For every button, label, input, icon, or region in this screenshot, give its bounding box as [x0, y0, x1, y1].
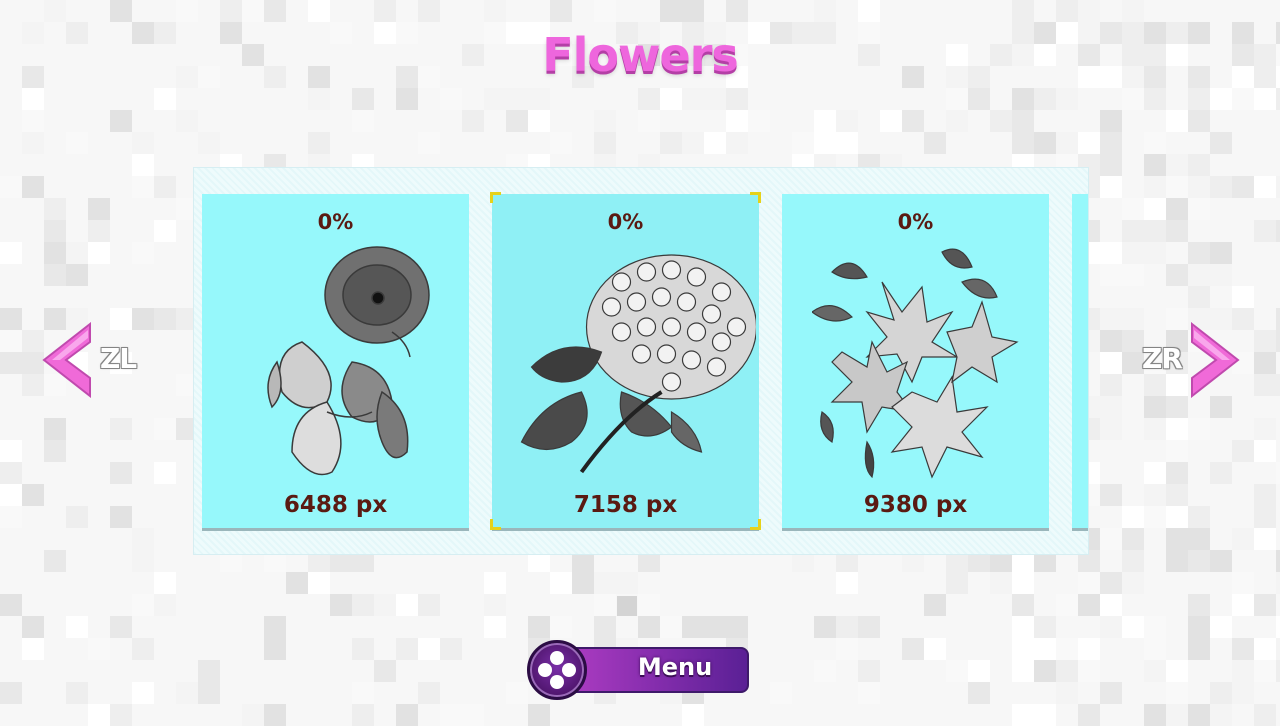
selection-corner [750, 192, 761, 203]
puzzle-card-azalea[interactable]: 0% 9380 px [782, 194, 1049, 528]
menu-button[interactable]: Menu [527, 640, 753, 700]
progress-percent: 0% [607, 210, 644, 234]
selection-corner [490, 192, 501, 203]
controller-buttons-icon [527, 640, 587, 700]
zr-key-label: ZR [1142, 342, 1183, 375]
next-page-button[interactable]: ZR [1138, 322, 1248, 398]
morning-glory-flower-icon [267, 246, 430, 476]
zl-key-label: ZL [100, 342, 137, 375]
previous-page-button[interactable]: ZL [38, 322, 148, 398]
puzzle-card-next-partial[interactable] [1072, 194, 1088, 528]
puzzle-card-morning-glory[interactable]: 0% 6488 px [202, 194, 469, 528]
chevron-left-icon [42, 322, 91, 398]
menu-label: Menu [637, 653, 713, 681]
selection-corner [490, 519, 501, 530]
page-title: Flowers [542, 28, 739, 82]
progress-percent: 0% [317, 210, 354, 234]
progress-percent: 0% [897, 210, 934, 234]
puzzle-carousel: 0% 6488 px 0% 7158 px 0% 9380 px [193, 167, 1089, 555]
chevron-right-icon [1191, 322, 1240, 398]
azalea-flower-icon [812, 248, 1019, 479]
pixel-count: 9380 px [863, 492, 968, 518]
pixel-count: 7158 px [573, 492, 678, 518]
selection-corner [750, 519, 761, 530]
pixel-count: 6488 px [283, 492, 388, 518]
puzzle-card-hydrangea[interactable]: 0% 7158 px [490, 192, 761, 530]
hydrangea-flower-icon [520, 254, 756, 474]
page-indicator [617, 596, 637, 616]
